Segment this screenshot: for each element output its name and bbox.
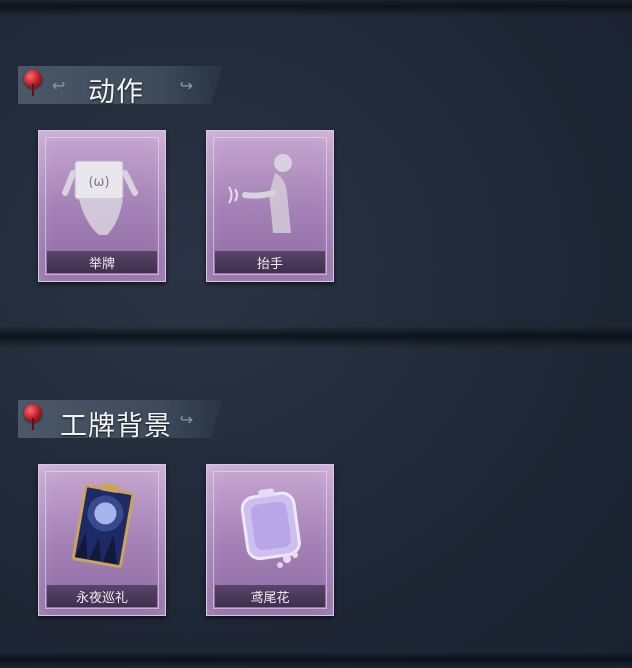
section-title: 工牌背景: [60, 411, 172, 442]
section-header-banner: 工牌背景 ↪: [18, 400, 223, 438]
card-label-bar: 举牌: [47, 251, 157, 273]
swirl-right-icon: ↪: [179, 410, 193, 429]
item-card-eternal-night[interactable]: 永夜巡礼: [38, 464, 166, 616]
card-label: 举牌: [88, 256, 115, 272]
moonlit-card-icon: [71, 482, 135, 568]
card-label: 永夜巡礼: [75, 590, 128, 606]
pin-stem: [32, 84, 34, 96]
card-label-bar: 抬手: [215, 251, 325, 273]
hand-raise-icon: [228, 154, 292, 233]
iris-card-icon: [240, 488, 301, 568]
section-actions: ↩ 动作 ↪ (ω) 举牌 抬手: [0, 0, 632, 300]
svg-text:(ω): (ω): [88, 175, 109, 190]
item-card-iris[interactable]: 鸢尾花: [206, 464, 334, 616]
section-badge-backgrounds: 工牌背景 ↪ 永夜巡礼 鸢尾花: [0, 340, 632, 640]
card-label: 抬手: [256, 256, 283, 272]
item-card-raise-hand[interactable]: 抬手: [206, 130, 334, 282]
section-title: 动作: [88, 77, 144, 108]
pin-stem: [32, 418, 34, 430]
card-label: 鸢尾花: [250, 590, 290, 606]
card-label-bar: 永夜巡礼: [47, 585, 157, 607]
sign-holding-icon: (ω): [62, 160, 138, 235]
swirl-right-icon: ↪: [179, 76, 193, 95]
section-header-banner: ↩ 动作 ↪: [18, 66, 223, 104]
item-card-sign[interactable]: (ω) 举牌: [38, 130, 166, 282]
swirl-left-icon: ↩: [52, 76, 66, 95]
card-label-bar: 鸢尾花: [215, 585, 325, 607]
